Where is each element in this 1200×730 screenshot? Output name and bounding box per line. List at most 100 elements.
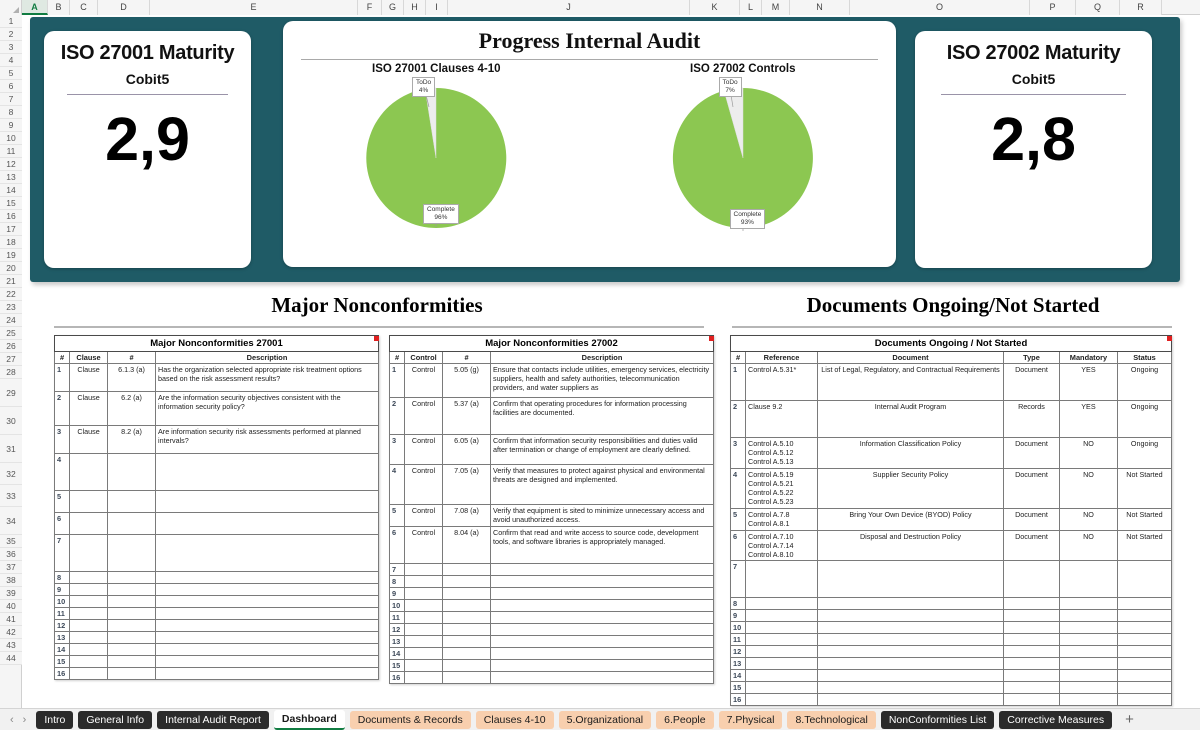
cell-kind[interactable] [69, 595, 108, 608]
cell-kind[interactable]: Clause [69, 363, 108, 392]
cell-description[interactable]: Confirm that information security respon… [490, 434, 714, 465]
table-row[interactable]: 11 [54, 607, 379, 620]
cell-ref[interactable]: 8.2 (a) [107, 425, 156, 454]
row-header-37[interactable]: 37 [0, 561, 22, 574]
cell-index[interactable]: 15 [54, 655, 70, 668]
cell-status[interactable]: Ongoing [1116, 363, 1173, 401]
row-header-23[interactable]: 23 [0, 301, 22, 314]
cell-index[interactable]: 13 [389, 635, 405, 648]
column-header-O[interactable]: O [850, 0, 1030, 15]
table-row[interactable]: 4 [54, 453, 379, 491]
cell-document[interactable] [817, 657, 1004, 671]
table-row[interactable]: 2 Clause 6.2 (a) Are the information securi… [54, 391, 379, 426]
cell-kind[interactable]: Control [404, 504, 443, 527]
cell-description[interactable] [155, 490, 379, 513]
cell-index[interactable]: 15 [730, 681, 746, 695]
column-header-A[interactable]: A [22, 0, 48, 15]
cell-status[interactable]: Not Started [1116, 507, 1173, 531]
cell-ref[interactable]: 6.05 (a) [442, 434, 491, 465]
cell-mandatory[interactable]: NO [1058, 437, 1118, 469]
column-header-E[interactable]: E [150, 0, 358, 15]
table-row[interactable]: 13 [54, 631, 379, 644]
cell-description[interactable]: Verify that measures to protect against … [490, 464, 714, 505]
cell-description[interactable] [155, 643, 379, 656]
cell-kind[interactable] [69, 534, 108, 572]
sheet-tab-dashboard[interactable]: Dashboard [273, 709, 345, 730]
cell-ref[interactable]: 6.2 (a) [107, 391, 156, 426]
cell-mandatory[interactable]: YES [1058, 400, 1118, 438]
row-header-5[interactable]: 5 [0, 67, 22, 80]
cell-status[interactable] [1116, 669, 1173, 683]
cell-kind[interactable] [404, 587, 443, 600]
cell-kind[interactable] [69, 512, 108, 535]
cell-index[interactable]: 7 [389, 563, 405, 576]
row-header-17[interactable]: 17 [0, 223, 22, 236]
table-row[interactable]: 8 [730, 597, 1173, 611]
cell-ref[interactable] [442, 587, 491, 600]
cell-ref[interactable]: 7.05 (a) [442, 464, 491, 505]
row-header-32[interactable]: 32 [0, 463, 22, 485]
cell-description[interactable] [155, 631, 379, 644]
table-row[interactable]: 6 Control 8.04 (a) Confirm that read and wr… [389, 526, 714, 564]
cell-index[interactable]: 12 [54, 619, 70, 632]
table-row[interactable]: 8 [54, 571, 379, 584]
cell-ref[interactable] [107, 619, 156, 632]
cell-ref[interactable] [107, 643, 156, 656]
table-row[interactable]: 16 [730, 693, 1173, 707]
cell-kind[interactable] [404, 575, 443, 588]
cell-ref[interactable]: 5.05 (g) [442, 363, 491, 398]
cell-index[interactable]: 14 [54, 643, 70, 656]
table-nonconformities-27001[interactable]: Major Nonconformities 27001 # Clause # Desc… [54, 335, 379, 680]
cell-document[interactable]: Information Classification Policy [817, 437, 1004, 469]
row-header-30[interactable]: 30 [0, 407, 22, 435]
cell-type[interactable] [1002, 597, 1060, 611]
cell-reference[interactable]: Control A.5.31* [745, 363, 818, 401]
cell-status[interactable] [1116, 560, 1173, 599]
table-row[interactable]: 3 Control 6.05 (a) Confirm that information… [389, 434, 714, 465]
cell-description[interactable]: Are the information security objectives … [155, 391, 379, 426]
row-header-27[interactable]: 27 [0, 353, 22, 366]
cell-index[interactable]: 8 [54, 571, 70, 584]
table-row[interactable]: 16 [389, 671, 714, 684]
cell-reference[interactable] [745, 681, 818, 695]
next-sheet-icon[interactable]: › [23, 714, 27, 726]
cell-mandatory[interactable] [1058, 560, 1118, 599]
row-header-14[interactable]: 14 [0, 184, 22, 197]
column-header-C[interactable]: C [70, 0, 98, 15]
table-row[interactable]: 15 [389, 659, 714, 672]
column-header-H[interactable]: H [404, 0, 426, 15]
sheet-tab-intro[interactable]: Intro [36, 710, 74, 729]
cell-index[interactable]: 10 [730, 621, 746, 635]
cell-status[interactable] [1116, 645, 1173, 659]
cell-description[interactable] [155, 583, 379, 596]
cell-kind[interactable]: Clause [69, 391, 108, 426]
cell-index[interactable]: 13 [730, 657, 746, 671]
cell-status[interactable]: Not Started [1116, 467, 1173, 509]
cell-status[interactable] [1116, 609, 1173, 623]
cell-kind[interactable] [69, 619, 108, 632]
cell-mandatory[interactable]: NO [1058, 467, 1118, 509]
cell-ref[interactable]: 7.08 (a) [442, 504, 491, 527]
row-header-41[interactable]: 41 [0, 613, 22, 626]
table-row[interactable]: 7 [730, 560, 1173, 599]
cell-index[interactable]: 2 [389, 397, 405, 435]
row-header-24[interactable]: 24 [0, 314, 22, 327]
cell-type[interactable]: Document [1002, 529, 1060, 562]
cell-index[interactable]: 5 [54, 490, 70, 513]
cell-index[interactable]: 1 [730, 363, 746, 401]
cell-kind[interactable]: Control [404, 526, 443, 564]
cell-ref[interactable] [442, 611, 491, 624]
row-header-11[interactable]: 11 [0, 145, 22, 158]
row-header-9[interactable]: 9 [0, 119, 22, 132]
table-row[interactable]: 3 Control A.5.10 Control A.5.12 Control A.5… [730, 437, 1173, 469]
cell-status[interactable] [1116, 693, 1173, 707]
cell-index[interactable]: 9 [54, 583, 70, 596]
cell-index[interactable]: 6 [54, 512, 70, 535]
cell-reference[interactable] [745, 560, 818, 599]
table-row[interactable]: 2 Clause 9.2 Internal Audit Program Records… [730, 400, 1173, 438]
cell-kind[interactable] [69, 453, 108, 491]
column-header-I[interactable]: I [426, 0, 448, 15]
table-row[interactable]: 7 [389, 563, 714, 576]
cell-document[interactable]: Disposal and Destruction Policy [817, 529, 1004, 562]
cell-document[interactable] [817, 669, 1004, 683]
